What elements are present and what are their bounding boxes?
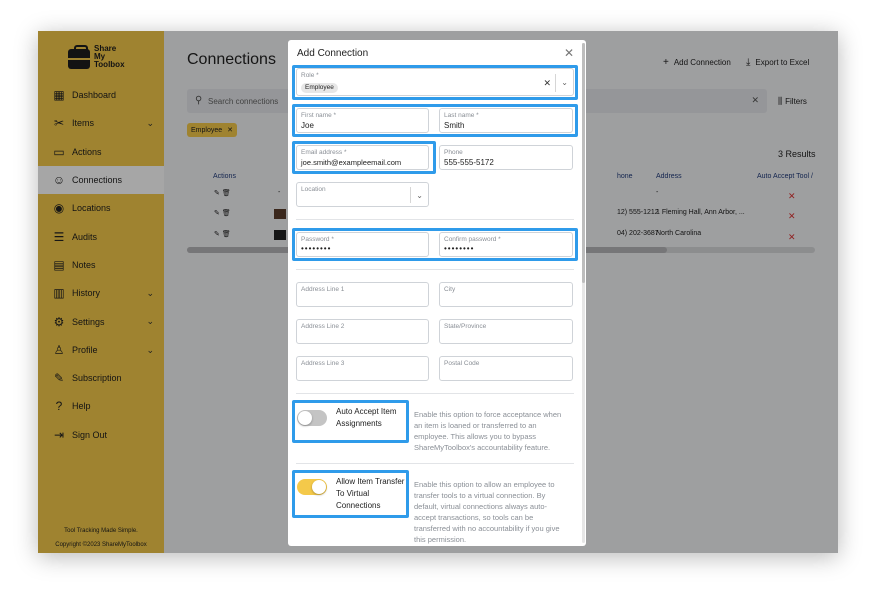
location-select[interactable]: Location ⌄	[296, 182, 429, 207]
desc-line: transferred with no accountability if yo…	[414, 524, 560, 533]
field-label: Address Line 2	[301, 323, 345, 330]
field-label: City	[444, 286, 456, 293]
field-label: Address Line 3	[301, 360, 345, 367]
field-value: ••••••••	[301, 244, 332, 253]
field-label: State/Province	[444, 323, 487, 330]
label-line: To Virtual	[336, 489, 370, 498]
auto-accept-toggle[interactable]	[297, 410, 327, 426]
desc-line: Enable this option to force acceptance w…	[414, 410, 562, 419]
field-label: Location	[301, 186, 326, 193]
label-line: Auto Accept Item	[336, 407, 397, 416]
postal-code-field[interactable]: Postal Code	[439, 356, 573, 381]
last-name-field[interactable]: Last name * Smith	[439, 108, 573, 133]
field-label: Phone	[444, 149, 463, 156]
divider	[296, 393, 574, 394]
email-field[interactable]: Email address * joe.smith@exampleemail.c…	[296, 145, 429, 170]
desc-line: an item is loaned or transferred to an	[414, 421, 537, 430]
field-value: joe.smith@exampleemail.com	[301, 158, 402, 167]
divider	[296, 219, 574, 220]
label-line: Allow Item Transfer	[336, 477, 405, 486]
allow-transfer-description: Enable this option to allow an employee …	[414, 479, 560, 545]
password-field[interactable]: Password * ••••••••	[296, 232, 429, 257]
select-separator	[410, 187, 411, 203]
dialog-scrollbar[interactable]	[582, 43, 585, 543]
auto-accept-description: Enable this option to force acceptance w…	[414, 409, 561, 453]
city-field[interactable]: City	[439, 282, 573, 307]
chevron-down-icon[interactable]: ⌄	[561, 78, 568, 87]
first-name-field[interactable]: First name * Joe	[296, 108, 429, 133]
allow-transfer-toggle[interactable]	[297, 479, 327, 495]
desc-line: default, virtual connections always auto…	[414, 502, 547, 511]
allow-transfer-label: Allow Item Transfer To Virtual Connectio…	[336, 476, 404, 512]
field-label: Last name *	[444, 112, 479, 119]
role-chip[interactable]: Employee	[301, 83, 338, 93]
field-label: First name *	[301, 112, 337, 119]
chevron-down-icon[interactable]: ⌄	[416, 191, 423, 200]
select-separator	[555, 74, 556, 92]
auto-accept-label: Auto Accept Item Assignments	[336, 406, 396, 430]
desc-line: accept transactions, so tools can be	[414, 513, 534, 522]
clear-icon[interactable]: ✕	[543, 78, 551, 89]
field-value: ••••••••	[444, 244, 475, 253]
desc-line: Enable this option to allow an employee …	[414, 480, 555, 489]
desc-line: ShareMyToolbox's accountability feature.	[414, 443, 551, 452]
field-value: Smith	[444, 121, 465, 130]
confirm-password-field[interactable]: Confirm password * ••••••••	[439, 232, 573, 257]
divider	[296, 269, 574, 270]
desc-line: transfer tools to a virtual connection. …	[414, 491, 546, 500]
phone-field[interactable]: Phone 555-555-5172	[439, 145, 573, 170]
desc-line: this permission.	[414, 535, 467, 544]
state-field[interactable]: State/Province	[439, 319, 573, 344]
field-label: Role *	[301, 72, 319, 79]
field-label: Address Line 1	[301, 286, 345, 293]
field-label: Confirm password *	[444, 236, 501, 243]
toggle-knob	[312, 480, 326, 494]
label-line: Connections	[336, 501, 381, 510]
add-connection-dialog: Add Connection ✕ Role * Employee ✕ ⌄ Fir…	[288, 40, 586, 546]
field-value: 555-555-5172	[444, 158, 494, 167]
address-line-3-field[interactable]: Address Line 3	[296, 356, 429, 381]
divider	[296, 463, 574, 464]
field-label: Email address *	[301, 149, 347, 156]
close-icon[interactable]: ✕	[564, 46, 574, 60]
field-label: Password *	[301, 236, 334, 243]
field-value: Joe	[301, 121, 314, 130]
label-line: Assignments	[336, 419, 382, 428]
address-line-1-field[interactable]: Address Line 1	[296, 282, 429, 307]
role-select[interactable]: Role * Employee ✕ ⌄	[296, 68, 574, 96]
toggle-knob	[298, 411, 312, 425]
scrollbar-thumb[interactable]	[582, 43, 585, 283]
field-label: Postal Code	[444, 360, 480, 367]
address-line-2-field[interactable]: Address Line 2	[296, 319, 429, 344]
dialog-title: Add Connection	[297, 48, 369, 59]
desc-line: employee. This allows you to bypass	[414, 432, 537, 441]
